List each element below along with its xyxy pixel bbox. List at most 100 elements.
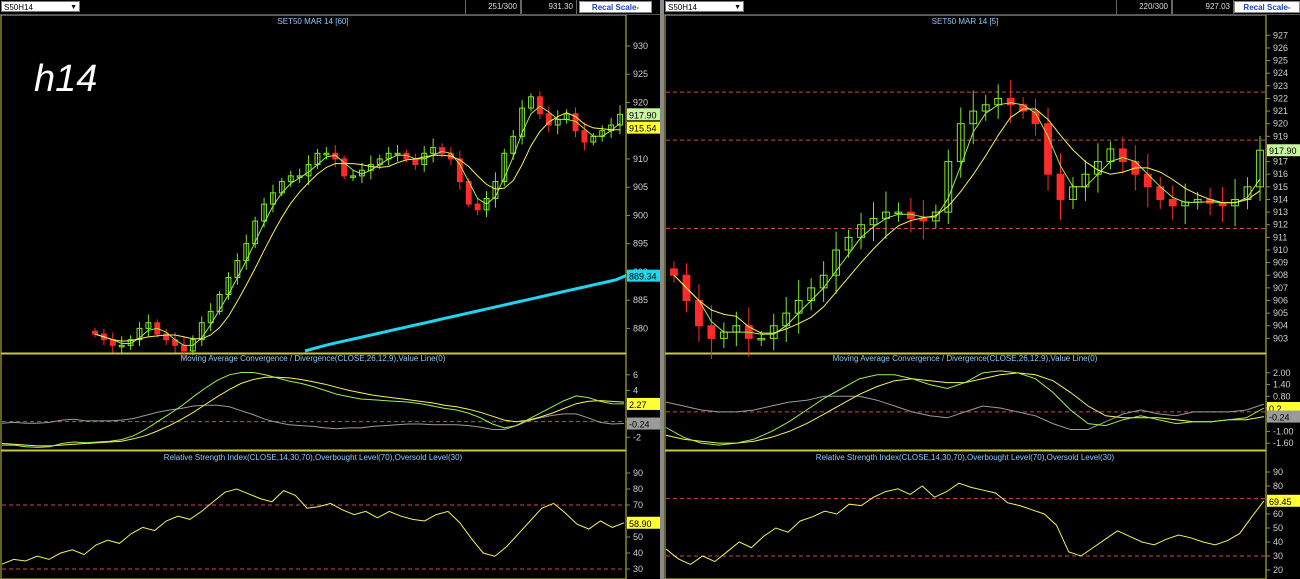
pane-background [0,15,660,579]
price-axis-tick-label: 907 [1273,283,1288,293]
price-last-label: 917.90 [629,110,657,120]
candle-body [181,344,187,352]
recal-scale-button[interactable]: Recal Scale-Linear [579,1,652,24]
rsi-axis-tick-label: 40 [1273,537,1283,547]
candle-body [536,96,543,115]
rsi-axis-tick-label: 50 [1273,523,1283,533]
symbol-select[interactable]: S50H14 ▼ [665,1,744,12]
last-price-cell: 931.30 [521,0,577,14]
price-axis-tick-label: 911 [1273,232,1287,242]
price-chart-title: SET50 MAR 14 [5] [932,17,999,26]
rsi-axis-tick-label: 90 [633,468,643,478]
chart-pane-right: S50H14 ▼ 220/300 927.03 Recal Scale-Linea… [664,0,1300,579]
rsi-last-label: 58.90 [629,519,652,529]
price-axis-tick-label: 909 [1273,258,1288,268]
price-axis-tick-label: 895 [633,239,648,249]
price-axis-tick-label: 926 [1273,43,1288,53]
candle-body [670,268,678,276]
price-axis-tick-label: 916 [1273,169,1288,179]
price-axis-tick-label: 920 [1273,119,1288,129]
price-axis-tick-label: 925 [1273,56,1288,66]
pane-background [664,15,1300,579]
candle-body [1168,198,1177,207]
price-axis-tick-label: 905 [633,182,648,192]
candle-body [581,130,588,143]
signal-last-label: -0.24 [1269,413,1290,423]
price-axis-tick-label: 885 [633,295,648,305]
price-axis-tick-label: 910 [1273,245,1288,255]
price-axis-tick-label: 922 [1273,93,1288,103]
watermark-text: h14 [34,58,98,100]
price-last-label: 915.54 [629,124,657,134]
macd-axis-tick-label: 2.00 [1273,368,1291,378]
price-axis-tick-label: 917 [1273,157,1288,167]
macd-axis-tick-label: 4 [633,385,638,395]
toolbar-right: S50H14 ▼ 220/300 927.03 Recal Scale-Linea… [664,0,1300,24]
price-axis-tick-label: 930 [633,41,648,51]
macd-axis-tick-label: -1.00 [1273,426,1294,436]
macd-axis-tick-label: 0.80 [1273,391,1291,401]
symbol-value: S50H14 [668,3,697,12]
rsi-axis-tick-label: 30 [1273,551,1283,561]
chart-area-right[interactable]: SET50 MAR 14 [5] Moving Average Convergen… [664,15,1300,579]
candle-body [92,330,98,335]
rsi-title: Relative Strength Index(CLOSE,14,30,70),… [164,453,463,462]
price-axis-tick-label: 903 [1273,333,1288,343]
candle-body [1118,148,1127,163]
rsi-axis-tick-label: 30 [633,564,643,574]
price-axis-tick-label: 919 [1273,131,1288,141]
price-axis-tick-label: 880 [633,323,648,333]
price-axis-tick-label: 914 [1273,194,1288,204]
macd-axis-tick-label: -2 [633,432,641,442]
rsi-axis-tick-label: 60 [1273,509,1283,519]
rsi-axis-tick-label: 40 [633,548,643,558]
price-axis-tick-label: 913 [1273,207,1288,217]
bar-counter: 251/300 [465,0,521,14]
candle-body [412,158,419,166]
chevron-down-icon[interactable]: ▼ [70,2,77,13]
rsi-axis-tick-label: 20 [1273,565,1283,575]
price-last-label: 889.34 [629,272,657,282]
macd-axis-tick-label: 1.40 [1273,380,1291,390]
toolbar-left: S50H14 ▼ 251/300 931.30 Recal Scale-Linea… [0,0,660,24]
price-axis-tick-label: 915 [1273,182,1288,192]
price-axis-tick-label: 912 [1273,220,1288,230]
last-price-cell: 927.03 [1172,0,1234,14]
bar-counter: 220/300 [1116,0,1172,14]
rsi-axis-tick-label: 80 [633,484,643,494]
candle-body [474,203,481,211]
macd-title: Moving Average Convergence / Divergence(… [833,354,1098,363]
price-axis-tick-label: 906 [1273,295,1288,305]
price-axis-tick-label: 923 [1273,81,1288,91]
macd-axis-tick-label: -1.60 [1273,438,1294,448]
chart-area-left[interactable]: SET50 MAR 14 [60] Moving Average Converge… [0,15,660,579]
price-axis-tick-label: 904 [1273,321,1288,331]
symbol-value: S50H14 [4,3,33,12]
price-axis-tick-label: 900 [633,210,648,220]
macd-last-label: 2.27 [629,400,647,410]
price-axis-tick-label: 910 [633,154,648,164]
chevron-down-icon[interactable]: ▼ [734,2,741,13]
price-chart-title: SET50 MAR 14 [60] [277,17,348,26]
macd-axis-tick-label: 6 [633,370,638,380]
rsi-axis-tick-label: 50 [633,532,643,542]
macd-title: Moving Average Convergence / Divergence(… [181,354,446,363]
price-axis-tick-label: 924 [1273,68,1288,78]
price-axis-tick-label: 927 [1273,30,1288,40]
price-axis-tick-label: 908 [1273,270,1288,280]
candle-body [1056,173,1065,200]
chart-pane-left: S50H14 ▼ 251/300 931.30 Recal Scale-Linea… [0,0,660,579]
price-axis-tick-label: 905 [1273,308,1288,318]
price-axis-tick-label: 920 [633,97,648,107]
price-axis-tick-label: 921 [1273,106,1288,116]
rsi-last-label: 69.45 [1269,497,1292,507]
rsi-title: Relative Strength Index(CLOSE,14,30,70),… [816,453,1115,462]
signal-last-label: -0.24 [629,420,650,430]
candle-body [1006,97,1015,106]
price-last-label: 917.90 [1269,146,1297,156]
symbol-select[interactable]: S50H14 ▼ [1,1,80,12]
rsi-axis-tick-label: 70 [633,500,643,510]
candle-body [1218,202,1227,207]
rsi-axis-tick-label: 90 [1273,467,1283,477]
recal-scale-button[interactable]: Recal Scale-Linear [1234,1,1300,24]
